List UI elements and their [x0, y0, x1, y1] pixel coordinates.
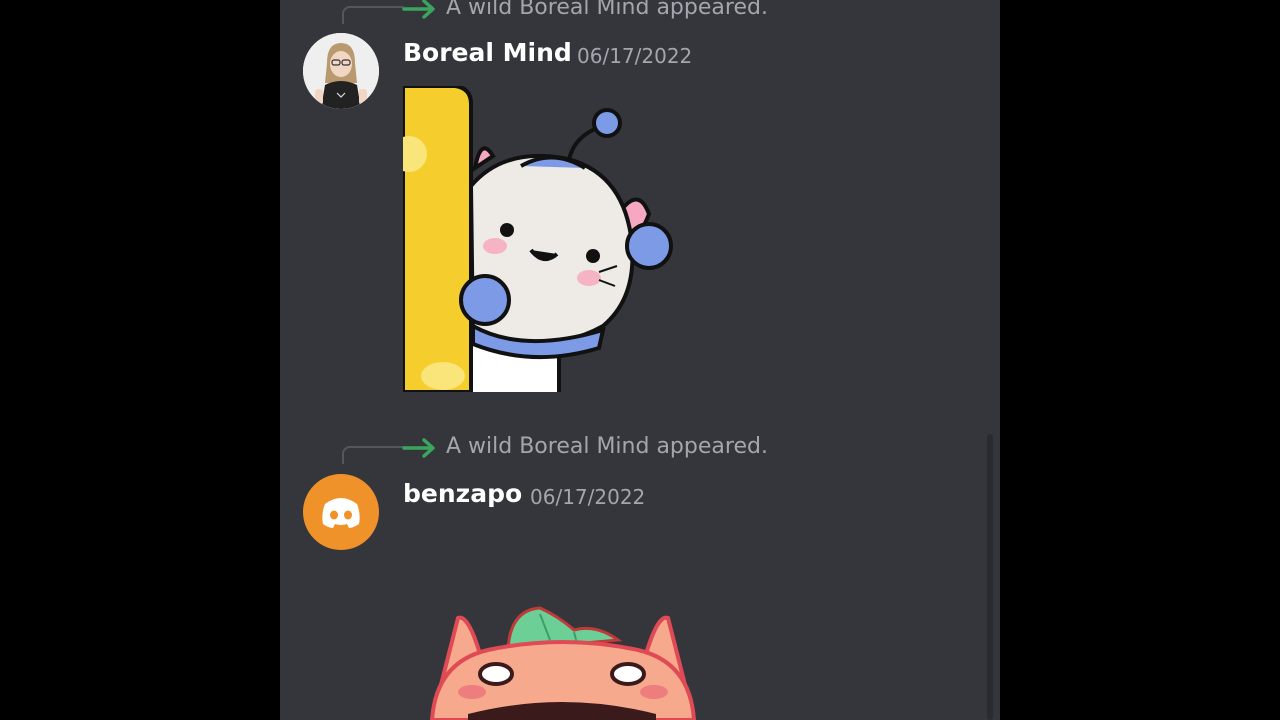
- discord-logo-icon: [322, 498, 360, 528]
- message-timestamp[interactable]: 06/17/2022: [577, 44, 692, 68]
- chat-scrollbar[interactable]: [987, 434, 993, 720]
- join-arrow-icon: [402, 438, 435, 458]
- system-join-message: A wild Boreal Mind appeared.: [446, 0, 768, 20]
- join-arrow-icon: [402, 0, 435, 19]
- reply-connector-line: [342, 6, 404, 24]
- user-photo-avatar-icon: [303, 33, 379, 109]
- chat-messages-pane: A wild Boreal Mind appeared. Boreal Mind…: [280, 0, 1000, 720]
- message-timestamp[interactable]: 06/17/2022: [530, 485, 645, 509]
- system-join-message: A wild Boreal Mind appeared.: [446, 434, 768, 459]
- peach-cat-sticker-icon[interactable]: [428, 604, 698, 720]
- avatar[interactable]: [303, 474, 379, 550]
- message-author-name[interactable]: Boreal Mind: [403, 38, 572, 67]
- reply-connector-line: [342, 446, 404, 464]
- avatar[interactable]: [303, 33, 379, 109]
- message-author-name[interactable]: benzapo: [403, 479, 522, 508]
- peeking-hamster-sticker-icon[interactable]: [403, 86, 693, 392]
